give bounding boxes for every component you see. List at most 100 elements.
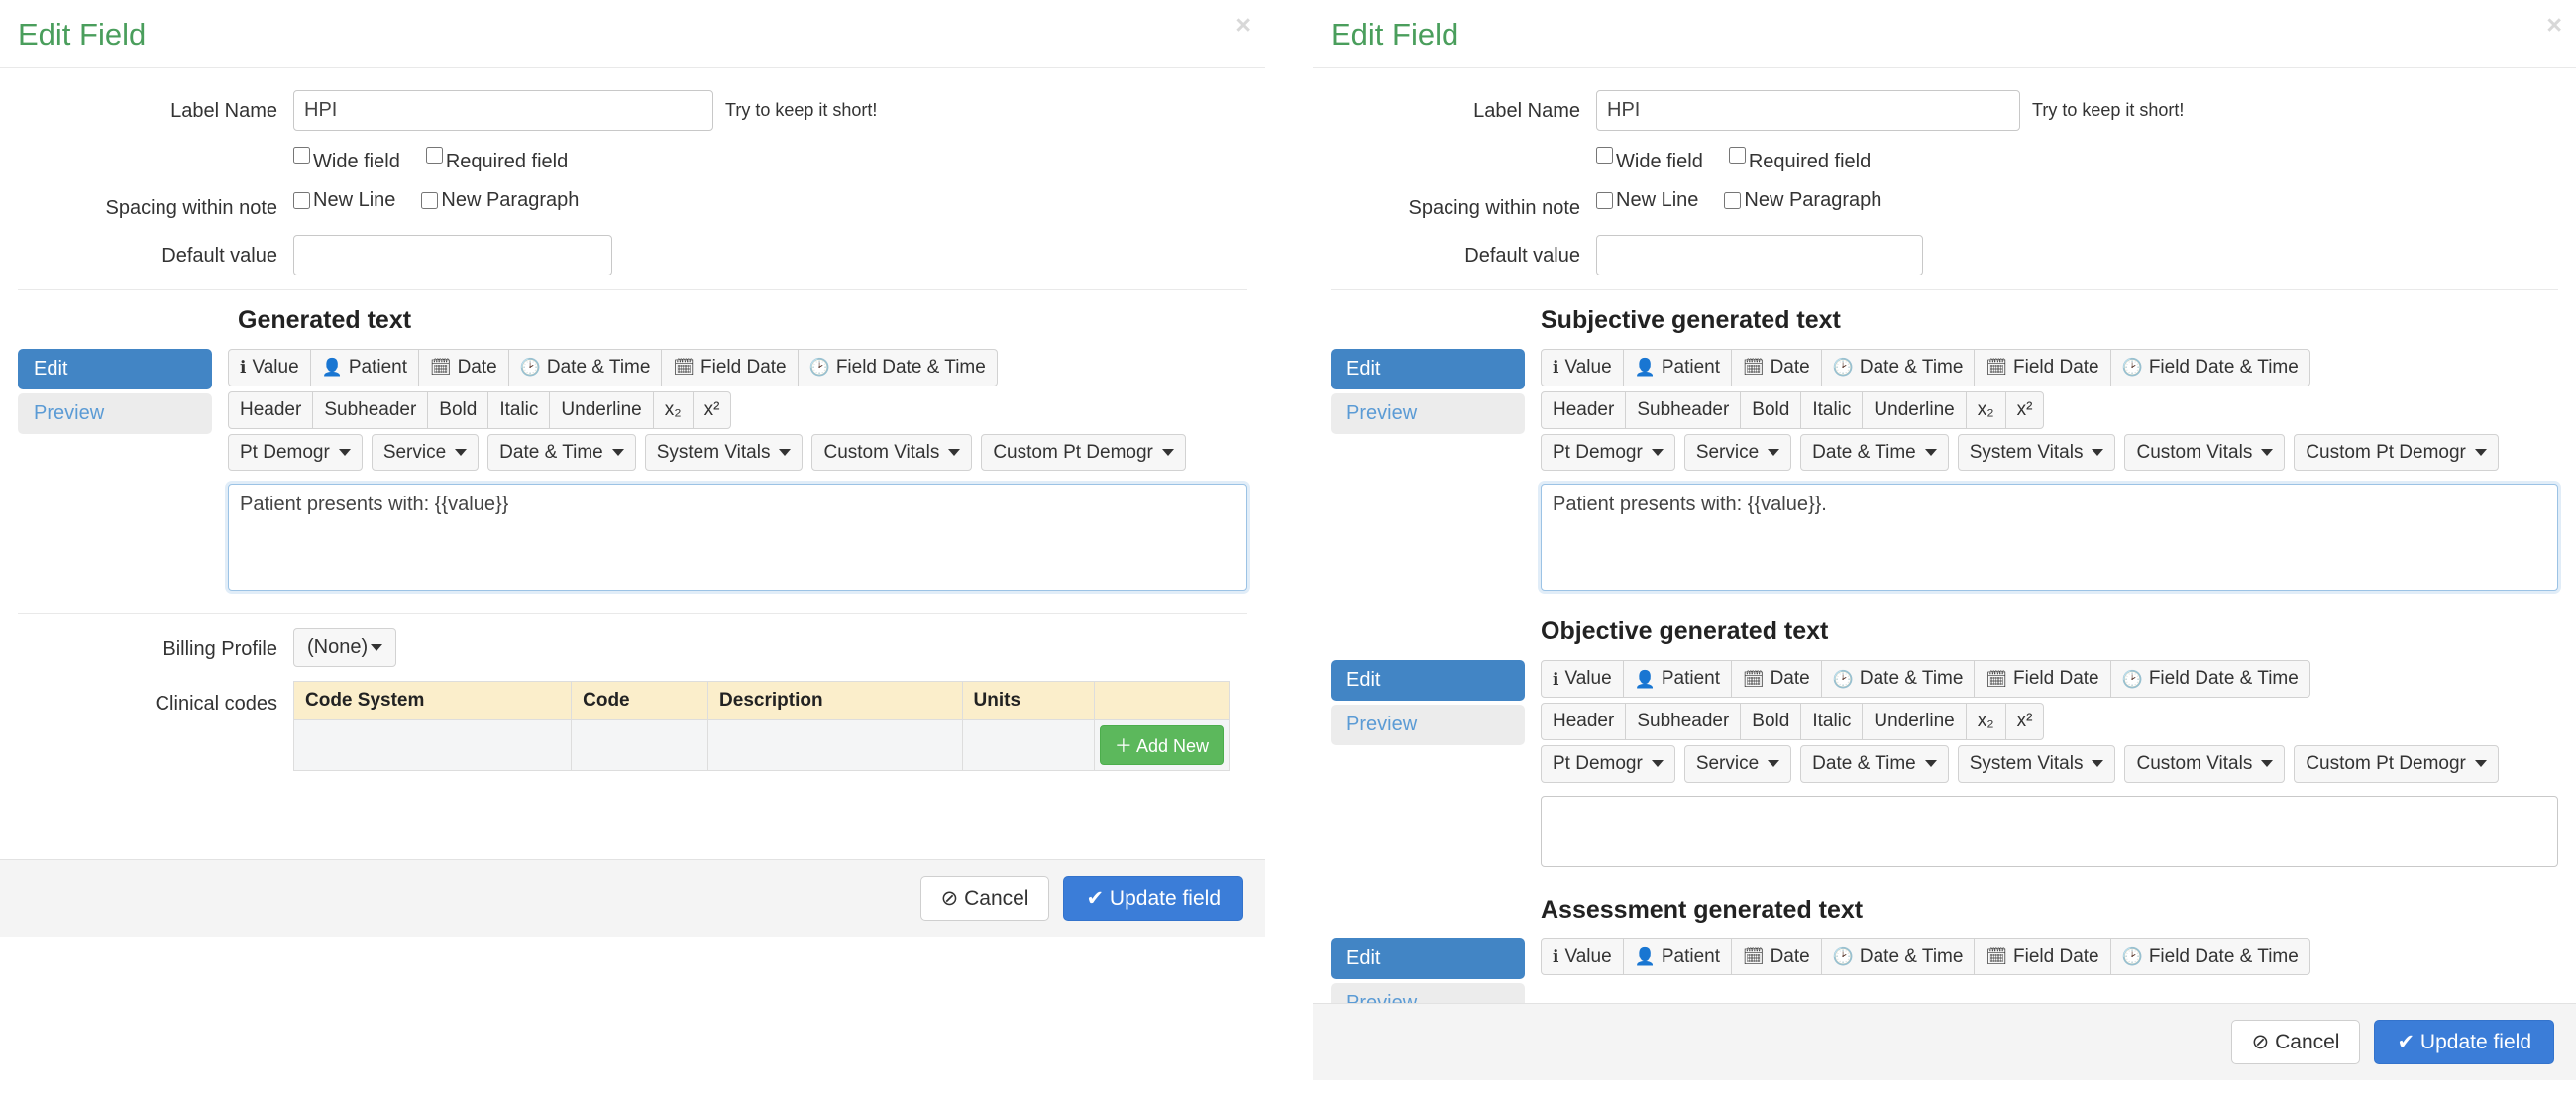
token-value-button[interactable]: ℹ Value (1541, 660, 1624, 699)
subjective-textarea[interactable] (1541, 484, 2558, 592)
token-field-date-button[interactable]: 🗓 Field Date (1974, 660, 2111, 699)
dropdown-custom-vitals[interactable]: Custom Vitals (2124, 433, 2286, 472)
format-subheader-button[interactable]: Subheader (1625, 390, 1742, 429)
dropdown-custom-pt-demogr[interactable]: Custom Pt Demogr (2294, 744, 2499, 783)
format-superscript-button[interactable]: x² (2004, 390, 2045, 429)
dropdown-pt-demogr[interactable]: Pt Demogr (1541, 433, 1675, 472)
default-value-input[interactable] (293, 235, 612, 276)
subjective-tab-edit[interactable]: Edit (1331, 349, 1525, 390)
new-line-checkbox-right[interactable]: New Line (1596, 189, 1698, 212)
dropdown-service[interactable]: Service (1683, 433, 1792, 472)
new-paragraph-checkbox-input[interactable] (421, 192, 439, 210)
default-value-input-right[interactable] (1596, 235, 1923, 276)
token-field-date-button[interactable]: 🗓 Field Date (661, 349, 799, 386)
token-patient-button[interactable]: 👤 Patient (309, 349, 419, 386)
format-superscript-button[interactable]: x² (692, 390, 732, 429)
token-datetime-button[interactable]: 🕑 Date & Time (1820, 660, 1976, 699)
dropdown-service[interactable]: Service (1683, 744, 1792, 783)
format-underline-button[interactable]: Underline (1862, 703, 1967, 740)
token-field-date-button[interactable]: 🗓 Field Date (1974, 937, 2111, 976)
new-paragraph-checkbox-input-right[interactable] (1724, 192, 1742, 210)
token-field-datetime-button[interactable]: 🕑 Field Date & Time (2109, 937, 2310, 976)
token-value-button[interactable]: ℹ Value (1541, 937, 1624, 976)
format-italic-button[interactable]: Italic (487, 390, 551, 429)
label-name-input-right[interactable] (1596, 90, 2020, 132)
token-patient-button[interactable]: 👤 Patient (1622, 349, 1732, 386)
dropdown-system-vitals[interactable]: System Vitals (1957, 744, 2116, 783)
dropdown-date-time[interactable]: Date & Time (487, 433, 636, 472)
token-patient-button[interactable]: 👤 Patient (1622, 660, 1732, 699)
format-subscript-button[interactable]: x₂ (1965, 703, 2006, 740)
billing-profile-dropdown[interactable]: (None) (293, 628, 397, 668)
token-value-button[interactable]: ℹ Value (228, 349, 311, 386)
update-field-button[interactable]: ✔ Update field (2374, 1020, 2554, 1064)
token-datetime-button[interactable]: 🕑 Date & Time (1820, 349, 1976, 386)
format-bold-button[interactable]: Bold (1740, 703, 1802, 740)
new-paragraph-checkbox-right[interactable]: New Paragraph (1724, 189, 1881, 212)
token-field-datetime-button[interactable]: 🕑 Field Date & Time (797, 349, 998, 386)
format-subscript-button[interactable]: x₂ (652, 390, 694, 429)
label-name-input[interactable] (293, 90, 713, 132)
format-bold-button[interactable]: Bold (427, 390, 489, 429)
new-paragraph-checkbox[interactable]: New Paragraph (421, 189, 579, 212)
required-field-checkbox-input-right[interactable] (1728, 147, 1746, 165)
token-date-button[interactable]: 🗓 Date (417, 349, 509, 386)
format-bold-button[interactable]: Bold (1740, 390, 1802, 429)
update-field-button[interactable]: ✔ Update field (1063, 876, 1243, 921)
tab-preview[interactable]: Preview (18, 393, 212, 435)
required-field-checkbox-input[interactable] (425, 147, 443, 165)
format-header-button[interactable]: Header (228, 390, 314, 429)
objective-tab-edit[interactable]: Edit (1331, 660, 1525, 702)
token-datetime-button[interactable]: 🕑 Date & Time (507, 349, 663, 386)
dropdown-system-vitals[interactable]: System Vitals (644, 433, 804, 472)
token-field-date-button[interactable]: 🗓 Field Date (1974, 349, 2111, 386)
format-italic-button[interactable]: Italic (1800, 703, 1864, 740)
close-icon[interactable]: × (2546, 12, 2562, 39)
format-subheader-button[interactable]: Subheader (1625, 703, 1742, 740)
format-italic-button[interactable]: Italic (1800, 390, 1864, 429)
wide-field-checkbox-input-right[interactable] (1596, 147, 1613, 165)
new-line-checkbox[interactable]: New Line (293, 189, 395, 212)
format-underline-button[interactable]: Underline (549, 390, 654, 429)
close-icon[interactable]: × (1235, 12, 1251, 39)
token-date-button[interactable]: 🗓 Date (1730, 660, 1822, 699)
generated-text-textarea[interactable] (228, 484, 1247, 592)
objective-textarea[interactable] (1541, 795, 2558, 867)
dropdown-system-vitals[interactable]: System Vitals (1957, 433, 2116, 472)
cancel-button[interactable]: ⊘ Cancel (2230, 1020, 2361, 1064)
token-patient-button[interactable]: 👤 Patient (1622, 937, 1732, 976)
format-header-button[interactable]: Header (1541, 703, 1627, 740)
assessment-tab-edit[interactable]: Edit (1331, 937, 1525, 979)
dropdown-custom-vitals[interactable]: Custom Vitals (2124, 744, 2286, 783)
dropdown-date-time[interactable]: Date & Time (1800, 744, 1949, 783)
format-superscript-button[interactable]: x² (2004, 703, 2045, 740)
dropdown-custom-vitals[interactable]: Custom Vitals (811, 433, 973, 472)
wide-field-checkbox-right[interactable]: Wide field (1596, 147, 1703, 173)
dropdown-custom-pt-demogr[interactable]: Custom Pt Demogr (981, 433, 1186, 472)
cancel-button[interactable]: ⊘ Cancel (919, 876, 1050, 921)
dropdown-pt-demogr[interactable]: Pt Demogr (228, 433, 363, 472)
dropdown-service[interactable]: Service (371, 433, 480, 472)
wide-field-checkbox-input[interactable] (293, 147, 310, 165)
token-date-button[interactable]: 🗓 Date (1730, 937, 1822, 976)
dropdown-custom-pt-demogr[interactable]: Custom Pt Demogr (2294, 433, 2499, 472)
token-field-datetime-button[interactable]: 🕑 Field Date & Time (2109, 349, 2310, 386)
format-underline-button[interactable]: Underline (1862, 390, 1967, 429)
token-field-datetime-button[interactable]: 🕑 Field Date & Time (2109, 660, 2310, 699)
required-field-checkbox-right[interactable]: Required field (1728, 147, 1871, 173)
format-subscript-button[interactable]: x₂ (1965, 390, 2006, 429)
objective-tab-preview[interactable]: Preview (1331, 705, 1525, 746)
token-value-button[interactable]: ℹ Value (1541, 349, 1624, 386)
tab-edit[interactable]: Edit (18, 349, 212, 390)
new-line-checkbox-input-right[interactable] (1596, 192, 1613, 210)
dropdown-pt-demogr[interactable]: Pt Demogr (1541, 744, 1675, 783)
token-datetime-button[interactable]: 🕑 Date & Time (1820, 937, 1976, 976)
wide-field-checkbox[interactable]: Wide field (293, 147, 400, 173)
subjective-tab-preview[interactable]: Preview (1331, 393, 1525, 435)
token-date-button[interactable]: 🗓 Date (1730, 349, 1822, 386)
required-field-checkbox[interactable]: Required field (425, 147, 568, 173)
add-new-button[interactable]: ＋ Add New (1099, 725, 1224, 766)
format-subheader-button[interactable]: Subheader (312, 390, 429, 429)
format-header-button[interactable]: Header (1541, 390, 1627, 429)
dropdown-date-time[interactable]: Date & Time (1800, 433, 1949, 472)
